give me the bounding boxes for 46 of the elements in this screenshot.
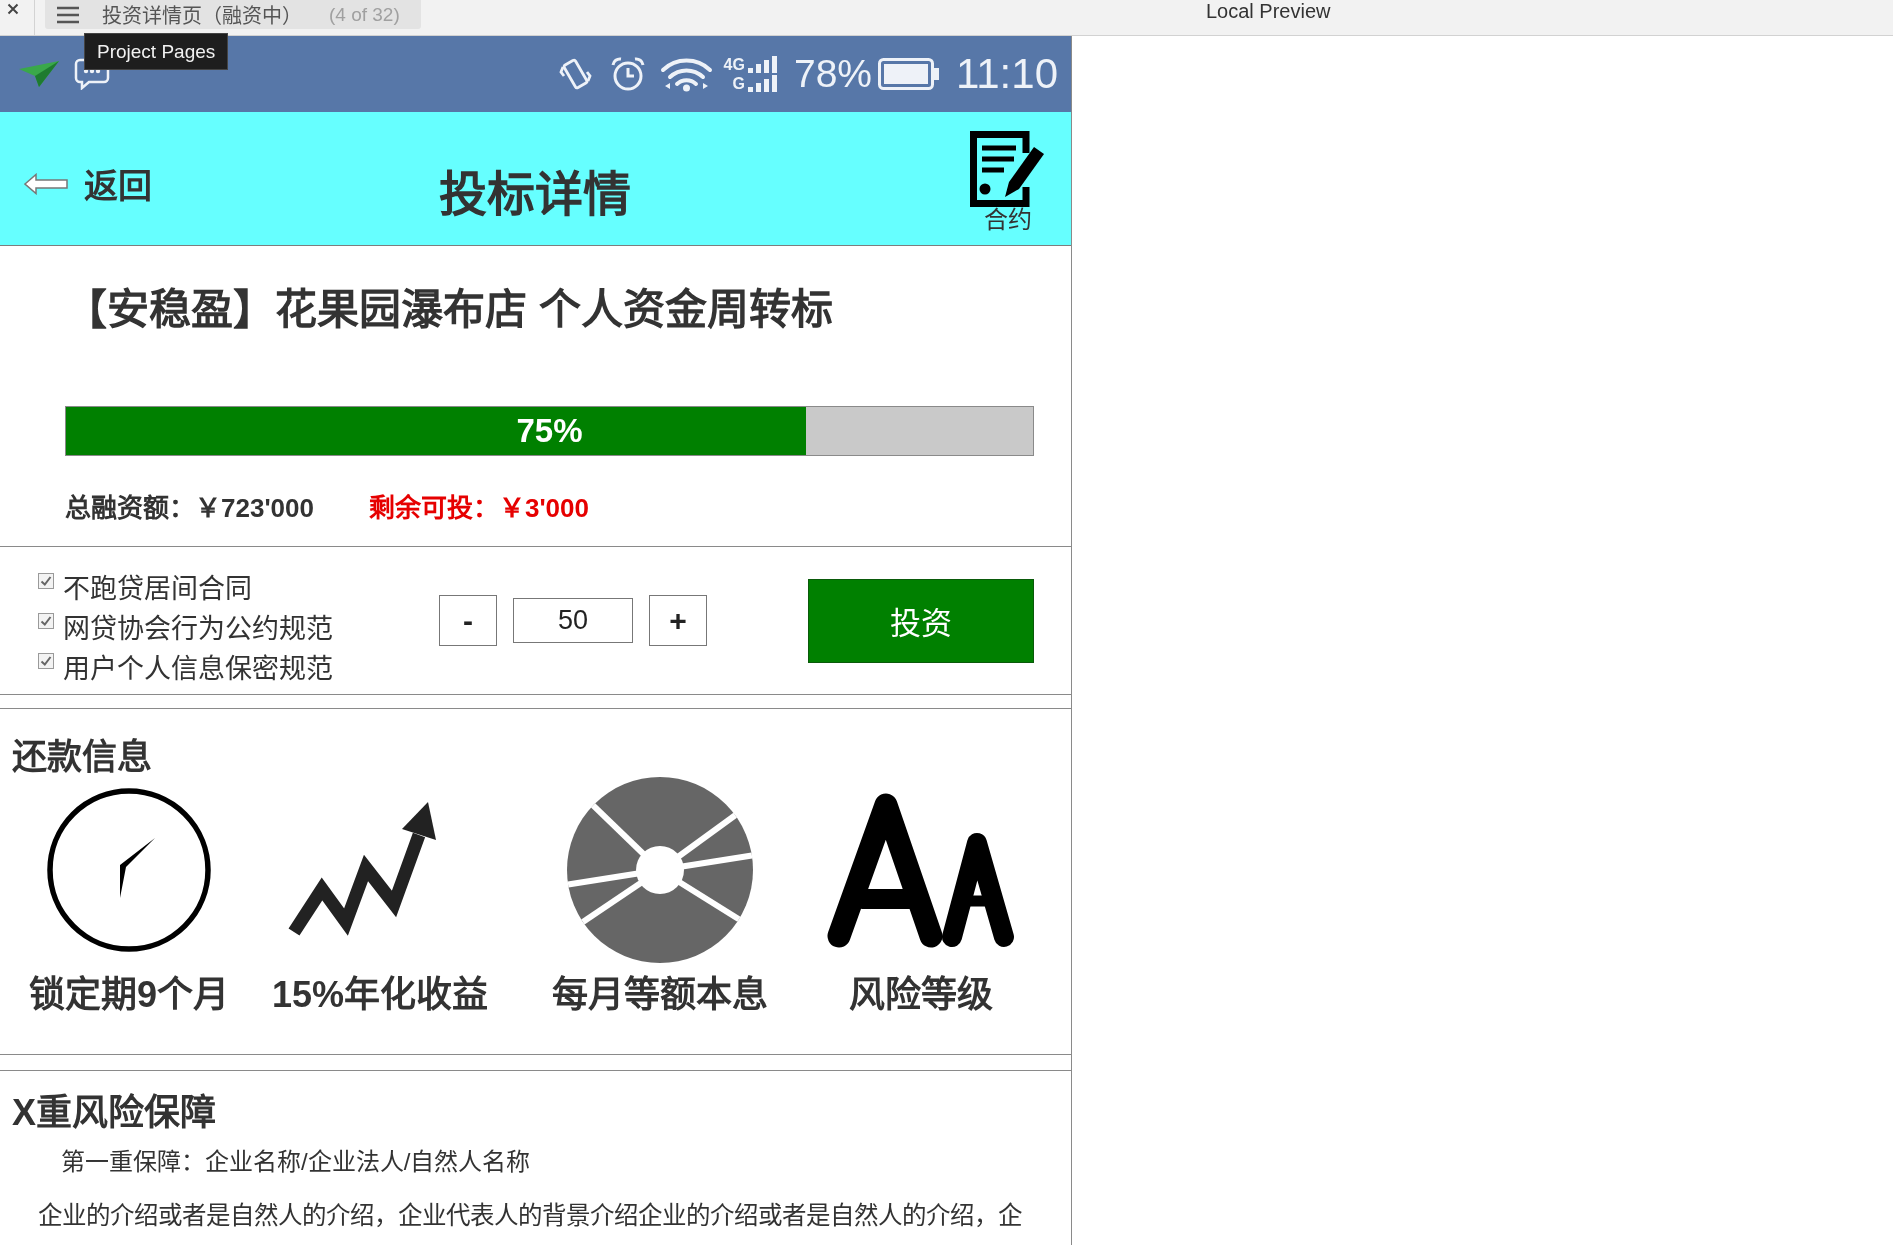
close-icon[interactable] — [7, 3, 19, 15]
font-size-icon — [826, 791, 1016, 949]
clock-icon — [47, 788, 211, 952]
browser-tab[interactable]: 投资详情页（融资中） (4 of 32) — [45, 0, 421, 29]
progress-label: 75% — [516, 413, 583, 449]
agreement-label: 网贷协会行为公约规范 — [63, 612, 333, 646]
section-title: 还款信息 — [11, 737, 153, 777]
checkbox[interactable] — [38, 572, 54, 589]
clock-time: 11:10 — [956, 51, 1058, 97]
battery-percent: 78% — [793, 52, 872, 96]
signal-icon — [747, 75, 778, 92]
project-title: 【安稳盈】花果园瀑布店 个人资金周转标 — [65, 286, 834, 334]
minus-button[interactable]: - — [439, 595, 497, 646]
feature-label: 风险等级 — [849, 975, 993, 1015]
battery-icon — [878, 58, 940, 90]
section-title: X重风险保障 — [11, 1092, 217, 1134]
menu-icon[interactable] — [57, 5, 79, 24]
description-paragraph: 企业的介绍或者是自然人的介绍，企业代表人的背景介绍企业的介绍或者是自然人的介绍，企 — [37, 1201, 1023, 1231]
alarm-clock-icon — [609, 56, 646, 92]
feature-label: 15%年化收益 — [271, 975, 489, 1015]
paper-plane-icon — [19, 61, 59, 87]
total-amount: 总融资额：￥723'000 — [65, 493, 314, 523]
invest-button[interactable]: 投资 — [808, 578, 1034, 663]
pie-chart-icon — [567, 777, 753, 963]
network-type-label: G — [731, 75, 745, 92]
tooltip: Project Pages — [84, 33, 229, 70]
checkbox[interactable] — [38, 612, 54, 629]
arrow-left-icon — [24, 172, 68, 195]
quantity-input[interactable]: 50 — [513, 598, 633, 643]
feature-label: 每月等额本息 — [552, 975, 768, 1015]
back-button[interactable]: 返回 — [24, 159, 152, 208]
feature-label: 锁定期9个月 — [29, 975, 229, 1015]
checkbox[interactable] — [38, 652, 54, 669]
page-title: 投标详情 — [439, 166, 631, 223]
agreement-label: 用户个人信息保密规范 — [63, 652, 333, 686]
agreement-label: 不跑贷居间合同 — [63, 572, 252, 606]
contract-button[interactable]: 合约 — [970, 130, 1046, 233]
network-type-label: 4G — [723, 56, 745, 73]
remaining-amount: 剩余可投：￥3'000 — [368, 493, 589, 523]
window-title: Local Preview — [1206, 0, 1331, 22]
guarantee-subtitle: 第一重保障：企业名称/企业法人/自然人名称 — [60, 1147, 532, 1177]
signal-icon — [747, 56, 778, 73]
plus-button[interactable]: + — [649, 595, 707, 646]
document-pen-icon — [970, 130, 1046, 207]
vibrate-icon — [557, 56, 593, 92]
wifi-icon — [658, 56, 714, 92]
